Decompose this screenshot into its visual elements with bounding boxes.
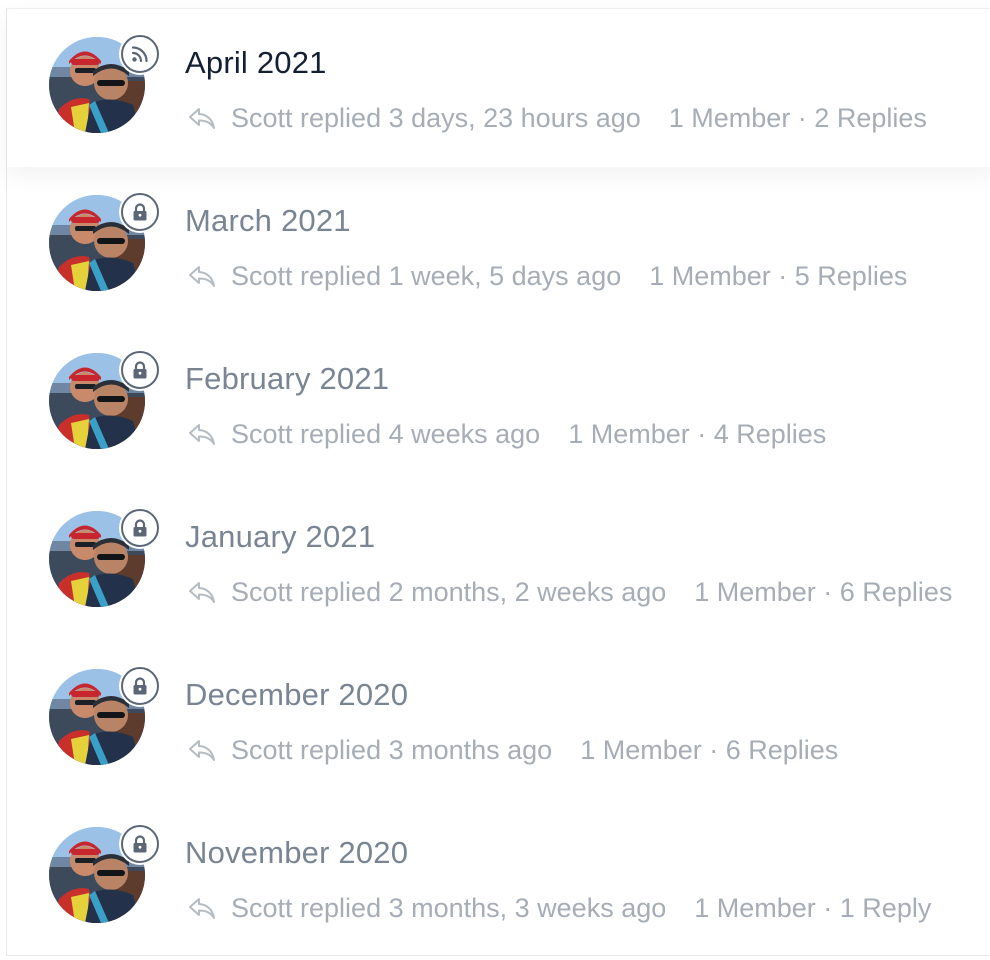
member-reply-count: 1 Member · 5 Replies [649,260,908,291]
reply-icon [189,424,215,445]
topic-meta: Scott replied 3 days, 23 hours ago 1 Mem… [187,101,927,135]
reply-icon [189,108,215,129]
freshness-text[interactable]: Scott replied 1 week, 5 days ago [231,261,621,292]
member-reply-count: 1 Member · 6 Replies [580,734,839,765]
topic-title-link[interactable]: December 2020 [185,677,408,713]
topic-row-4[interactable]: January 2021 Scott replied 2 months, 2 w… [7,483,990,641]
author-avatar[interactable] [49,193,159,291]
topic-title-link[interactable]: November 2020 [185,835,408,871]
topic-title-link[interactable]: March 2021 [185,203,351,239]
topic-meta: Scott replied 3 months, 3 weeks ago 1 Me… [187,891,931,925]
topic-title-link[interactable]: April 2021 [185,45,327,81]
freshness-text[interactable]: Scott replied 4 weeks ago [231,419,540,450]
topic-title-link[interactable]: January 2021 [185,519,375,555]
freshness-text[interactable]: Scott replied 3 months ago [231,735,552,766]
author-avatar[interactable] [49,509,159,607]
topic-row-1[interactable]: April 2021 Scott replied 3 days, 23 hour… [7,9,990,167]
topic-meta: Scott replied 2 months, 2 weeks ago 1 Me… [187,575,952,609]
reply-icon [189,266,215,287]
author-avatar[interactable] [49,351,159,449]
freshness-text[interactable]: Scott replied 2 months, 2 weeks ago [231,577,666,608]
topic-meta: Scott replied 1 week, 5 days ago 1 Membe… [187,259,907,293]
topic-meta: Scott replied 4 weeks ago 1 Member · 4 R… [187,417,826,451]
member-reply-count: 1 Member · 6 Replies [694,576,953,607]
lock-icon [121,667,159,705]
reply-icon [189,582,215,603]
author-avatar[interactable] [49,825,159,923]
topic-row-5[interactable]: December 2020 Scott replied 3 months ago… [7,641,990,799]
topic-row-3[interactable]: February 2021 Scott replied 4 weeks ago … [7,325,990,483]
member-reply-count: 1 Member · 4 Replies [568,418,827,449]
reply-icon [189,740,215,761]
author-avatar[interactable] [49,667,159,765]
topic-meta: Scott replied 3 months ago 1 Member · 6 … [187,733,838,767]
rss-icon [121,35,159,73]
topic-title-link[interactable]: February 2021 [185,361,389,397]
lock-icon [121,509,159,547]
reply-icon [189,898,215,919]
author-avatar[interactable] [49,35,159,133]
topic-row-2[interactable]: March 2021 Scott replied 1 week, 5 days … [7,167,990,325]
lock-icon [121,825,159,863]
freshness-text[interactable]: Scott replied 3 days, 23 hours ago [231,103,641,134]
freshness-text[interactable]: Scott replied 3 months, 3 weeks ago [231,893,666,924]
member-reply-count: 1 Member · 2 Replies [668,102,927,133]
lock-icon [121,193,159,231]
lock-icon [121,351,159,389]
topic-list-panel: April 2021 Scott replied 3 days, 23 hour… [6,8,990,956]
member-reply-count: 1 Member · 1 Reply [694,892,932,923]
topic-row-6[interactable]: November 2020 Scott replied 3 months, 3 … [7,799,990,957]
